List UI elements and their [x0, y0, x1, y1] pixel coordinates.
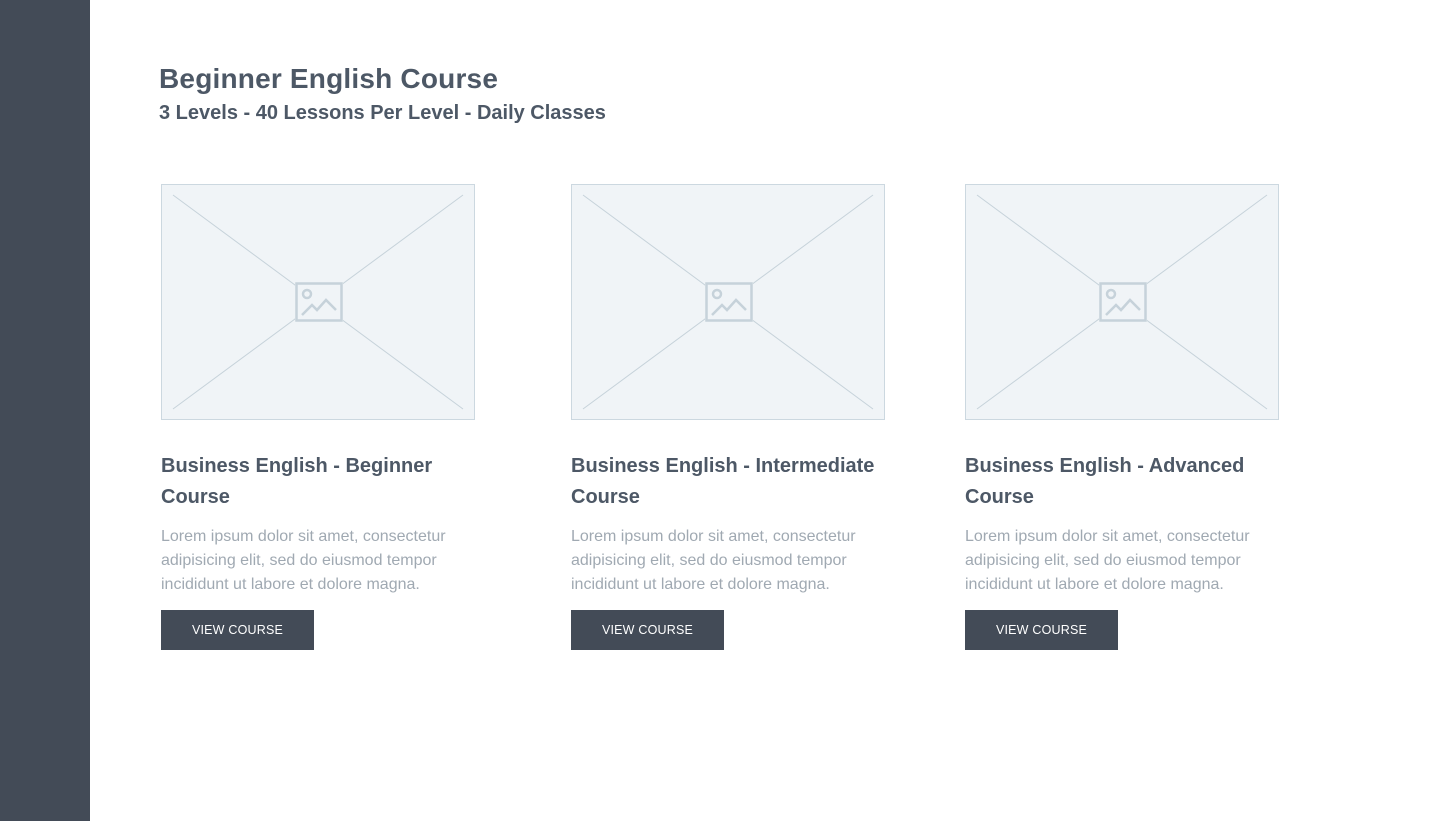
course-description: Lorem ipsum dolor sit amet, consectetur …: [965, 528, 1250, 593]
course-image-placeholder: [161, 184, 475, 420]
course-card-advanced: Business English - Advanced Course Lorem…: [965, 184, 1295, 650]
course-card-intermediate: Business English - Intermediate Course L…: [571, 184, 901, 650]
view-course-button[interactable]: VIEW COURSE: [161, 610, 314, 650]
view-course-button[interactable]: VIEW COURSE: [571, 610, 724, 650]
course-image-placeholder: [965, 184, 1279, 420]
page-subtitle: 3 Levels - 40 Lessons Per Level - Daily …: [159, 102, 606, 124]
image-placeholder-icon: [705, 282, 753, 322]
course-description: Lorem ipsum dolor sit amet, consectetur …: [571, 528, 856, 593]
image-placeholder-icon: [1099, 282, 1147, 322]
course-card-beginner: Business English - Beginner Course Lorem…: [161, 184, 491, 650]
course-title: Business English - Beginner Course: [161, 455, 433, 508]
course-description: Lorem ipsum dolor sit amet, consectetur …: [161, 528, 446, 593]
image-placeholder-icon: [295, 282, 343, 322]
sidebar: [0, 0, 90, 821]
view-course-button[interactable]: VIEW COURSE: [965, 610, 1118, 650]
page-title: Beginner English Course: [159, 63, 499, 94]
course-image-placeholder: [571, 184, 885, 420]
course-title: Business English - Intermediate Course: [571, 455, 875, 508]
course-title: Business English - Advanced Course: [965, 455, 1245, 508]
